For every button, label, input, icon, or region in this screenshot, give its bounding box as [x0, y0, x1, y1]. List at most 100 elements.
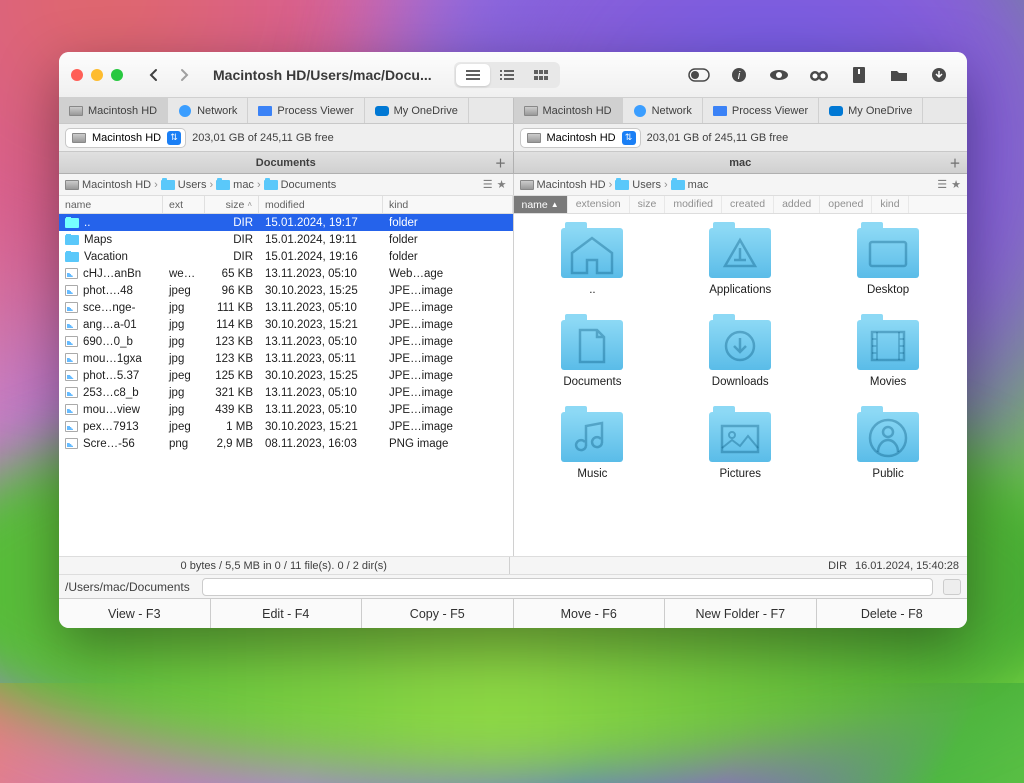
action-button[interactable]: New Folder - F7 — [665, 599, 817, 628]
folder-item[interactable]: Movies — [829, 320, 947, 388]
connection-tab[interactable]: Macintosh HD — [514, 98, 623, 123]
col-modified[interactable]: modified — [259, 196, 383, 213]
folder-icon — [561, 412, 623, 462]
connection-tab[interactable]: My OneDrive — [819, 98, 923, 123]
breadcrumb-item[interactable]: Users — [161, 179, 207, 191]
quicklook-icon[interactable] — [763, 62, 795, 88]
path-go-button[interactable] — [943, 579, 961, 595]
folder-icon — [615, 180, 629, 190]
icon-grid[interactable]: .. Applications Desktop Documents Downloads M… — [514, 214, 968, 556]
drive-select-right[interactable]: Macintosh HD ⇅ — [520, 128, 641, 148]
connection-tab[interactable]: Process Viewer — [703, 98, 819, 123]
download-icon[interactable] — [923, 62, 955, 88]
add-tab-icon[interactable]: ＋ — [947, 155, 963, 171]
nav-forward-button[interactable] — [173, 63, 197, 87]
file-list[interactable]: ..DIR15.01.2024, 19:17folderMapsDIR15.01… — [59, 214, 513, 556]
col-size[interactable]: size — [630, 196, 666, 213]
nav-back-button[interactable] — [141, 63, 165, 87]
zoom-button[interactable] — [111, 69, 123, 81]
archive-icon[interactable] — [843, 62, 875, 88]
star-icon[interactable]: ★ — [497, 178, 507, 191]
tab-label: Network — [652, 105, 692, 117]
image-icon — [65, 268, 78, 279]
folder-item[interactable]: Music — [534, 412, 652, 480]
col-added[interactable]: added — [774, 196, 820, 213]
col-name[interactable]: name — [59, 196, 163, 213]
breadcrumb-item[interactable]: Macintosh HD — [65, 179, 151, 191]
connection-tab[interactable]: Network — [168, 98, 248, 123]
close-button[interactable] — [71, 69, 83, 81]
col-modified[interactable]: modified — [665, 196, 722, 213]
path-input[interactable] — [202, 578, 933, 596]
col-ext[interactable]: ext — [163, 196, 205, 213]
folder-item[interactable]: Applications — [681, 228, 799, 296]
col-extension[interactable]: extension — [568, 196, 630, 213]
list-icon[interactable]: ☰ — [483, 178, 493, 191]
folder-item[interactable]: Public — [829, 412, 947, 480]
table-row[interactable]: 253…c8_bjpg321 KB13.11.2023, 05:10JPE…im… — [59, 384, 513, 401]
col-created[interactable]: created — [722, 196, 774, 213]
table-row[interactable]: 690…0_bjpg123 KB13.11.2023, 05:10JPE…ima… — [59, 333, 513, 350]
col-size[interactable]: size˄ — [205, 196, 259, 213]
action-button[interactable]: Move - F6 — [514, 599, 666, 628]
pane-title-left[interactable]: Documents ＋ — [59, 152, 514, 173]
breadcrumb-item[interactable]: Documents — [264, 179, 337, 191]
table-row[interactable]: mou…viewjpg439 KB13.11.2023, 05:10JPE…im… — [59, 401, 513, 418]
action-button[interactable]: Delete - F8 — [817, 599, 968, 628]
breadcrumb-item[interactable]: mac — [671, 179, 709, 191]
table-row[interactable]: pex…7913jpeg1 MB30.10.2023, 15:21JPE…ima… — [59, 418, 513, 435]
table-row[interactable]: Scre…-56png2,9 MB08.11.2023, 16:03PNG im… — [59, 435, 513, 452]
table-row[interactable]: cHJ…anBnwe…65 KB13.11.2023, 05:10Web…age — [59, 265, 513, 282]
view-icons-icon[interactable] — [524, 64, 558, 86]
action-button[interactable]: Copy - F5 — [362, 599, 514, 628]
connection-tab[interactable]: Process Viewer — [248, 98, 364, 123]
view-columns-icon[interactable] — [490, 64, 524, 86]
folder-item[interactable]: Downloads — [681, 320, 799, 388]
connection-tab[interactable]: Network — [623, 98, 703, 123]
info-icon[interactable]: i — [723, 62, 755, 88]
proc-icon — [258, 104, 272, 118]
pane-title-right[interactable]: mac ＋ — [514, 152, 968, 173]
table-row[interactable]: MapsDIR15.01.2024, 19:11folder — [59, 231, 513, 248]
breadcrumb-item[interactable]: mac — [216, 179, 254, 191]
toggle-icon[interactable] — [683, 62, 715, 88]
proc-icon — [713, 104, 727, 118]
folder-label: Downloads — [712, 376, 769, 388]
folder-icon — [161, 180, 175, 190]
folder-item[interactable]: Pictures — [681, 412, 799, 480]
breadcrumb-item[interactable]: Macintosh HD — [520, 179, 606, 191]
connection-tab[interactable]: My OneDrive — [365, 98, 469, 123]
list-icon[interactable]: ☰ — [937, 178, 947, 191]
window-title: Macintosh HD/Users/mac/Docu... — [213, 67, 432, 83]
table-row[interactable]: ang…a-01jpg114 KB30.10.2023, 15:21JPE…im… — [59, 316, 513, 333]
col-kind[interactable]: kind — [383, 196, 513, 213]
action-button[interactable]: Edit - F4 — [211, 599, 363, 628]
folder-item[interactable]: .. — [534, 228, 652, 296]
connection-tab[interactable]: Macintosh HD — [59, 98, 168, 123]
folder-icon — [561, 228, 623, 278]
action-button[interactable]: View - F3 — [59, 599, 211, 628]
drive-select-left[interactable]: Macintosh HD ⇅ — [65, 128, 186, 148]
folder-item[interactable]: Documents — [534, 320, 652, 388]
cloud-icon — [375, 104, 389, 118]
image-icon — [65, 336, 78, 347]
col-kind[interactable]: kind — [872, 196, 908, 213]
folder-item[interactable]: Desktop — [829, 228, 947, 296]
star-icon[interactable]: ★ — [951, 178, 961, 191]
table-row[interactable]: phot…5.37jpeg125 KB30.10.2023, 15:25JPE…… — [59, 367, 513, 384]
breadcrumb-item[interactable]: Users — [615, 179, 661, 191]
breadcrumbs-bar: Macintosh HD›Users›mac›Documents ☰ ★ Mac… — [59, 174, 967, 196]
col-opened[interactable]: opened — [820, 196, 872, 213]
table-row[interactable]: VacationDIR15.01.2024, 19:16folder — [59, 248, 513, 265]
table-row[interactable]: ..DIR15.01.2024, 19:17folder — [59, 214, 513, 231]
view-list-icon[interactable] — [456, 64, 490, 86]
minimize-button[interactable] — [91, 69, 103, 81]
table-row[interactable]: phot….48jpeg96 KB30.10.2023, 15:25JPE…im… — [59, 282, 513, 299]
folder-icon[interactable] — [883, 62, 915, 88]
col-name[interactable]: name▲ — [514, 196, 568, 213]
table-row[interactable]: mou…1gxajpg123 KB13.11.2023, 05:11JPE…im… — [59, 350, 513, 367]
table-row[interactable]: sce…nge-jpg111 KB13.11.2023, 05:10JPE…im… — [59, 299, 513, 316]
add-tab-icon[interactable]: ＋ — [493, 155, 509, 171]
view-mode-segmented[interactable] — [454, 62, 560, 88]
binoculars-icon[interactable] — [803, 62, 835, 88]
